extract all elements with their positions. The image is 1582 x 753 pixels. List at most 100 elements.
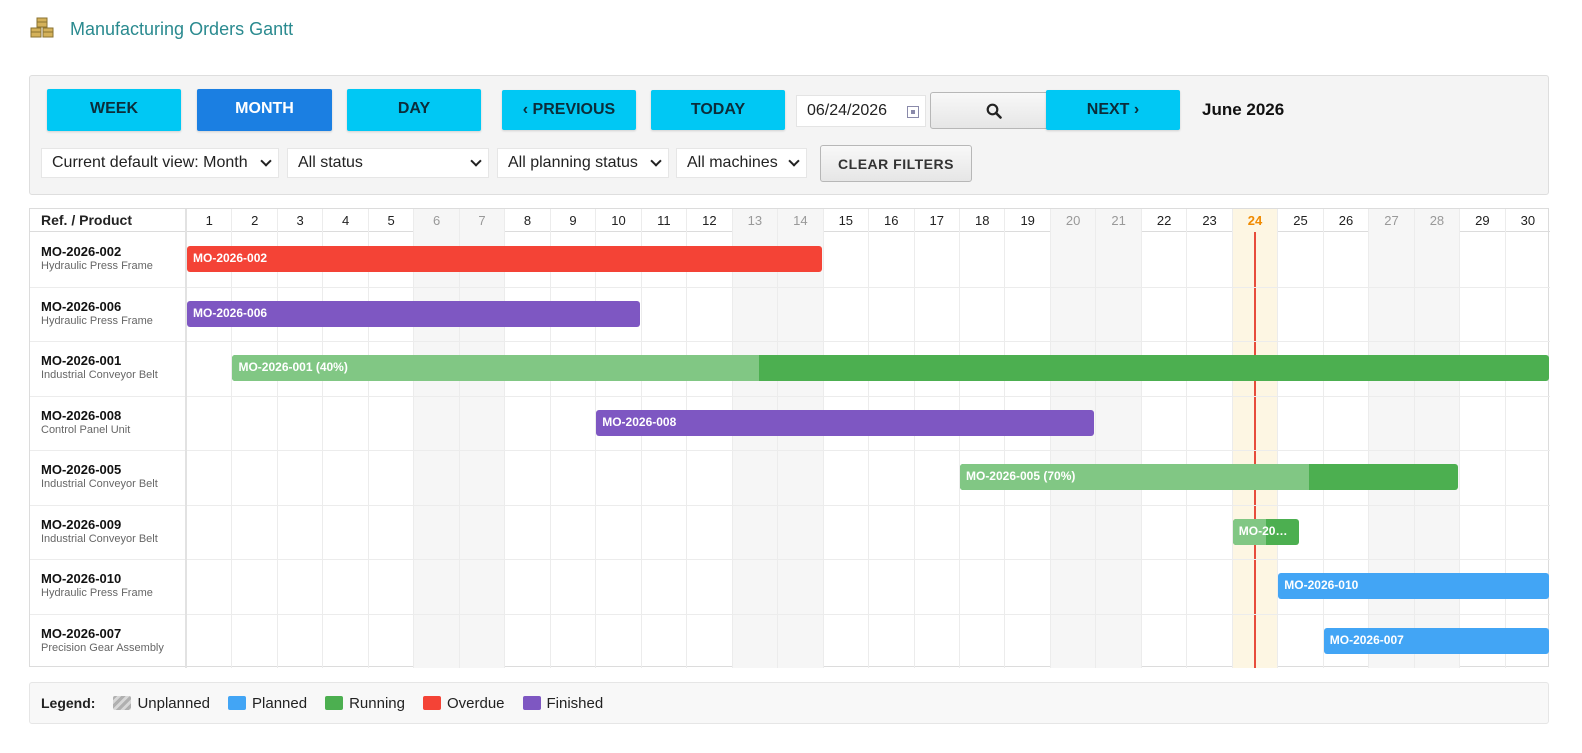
- day-column-16: 16: [868, 209, 913, 668]
- bar-label: MO-20…: [1238, 523, 1288, 538]
- day-column-13: 13: [731, 209, 778, 668]
- planning-status-select[interactable]: All planning status: [497, 148, 669, 178]
- day-column-6: 6: [413, 209, 459, 668]
- table-row[interactable]: MO-2026-001 Industrial Conveyor Belt: [41, 353, 158, 381]
- day-column-8: 8: [504, 209, 549, 668]
- day-column-22: 22: [1140, 209, 1186, 668]
- product-name: Industrial Conveyor Belt: [41, 369, 158, 381]
- table-row[interactable]: MO-2026-010 Hydraulic Press Frame: [41, 571, 153, 599]
- day-column-9: 9: [549, 209, 595, 668]
- day-number: 13: [747, 213, 763, 228]
- table-row[interactable]: MO-2026-006 Hydraulic Press Frame: [41, 299, 153, 327]
- day-number: 27: [1384, 213, 1399, 228]
- order-reference: MO-2026-002: [41, 244, 122, 259]
- day-number: 14: [793, 213, 808, 228]
- legend: Legend: Unplanned Planned Running Overdue Fi…: [29, 682, 1549, 724]
- day-number: 12: [702, 213, 717, 228]
- chevron-down-icon: [470, 155, 482, 167]
- legend-swatch: [113, 696, 132, 710]
- next-button[interactable]: NEXT ›: [1046, 90, 1180, 130]
- row-divider: [30, 341, 1550, 342]
- today-button[interactable]: TODAY: [651, 90, 785, 130]
- day-number: 30: [1520, 213, 1536, 228]
- day-number: 8: [523, 213, 532, 228]
- day-number: 7: [478, 213, 486, 228]
- date-input[interactable]: 06/24/2026: [796, 95, 926, 127]
- machines-select[interactable]: All machines: [676, 148, 807, 178]
- day-column-2: 2: [231, 209, 276, 668]
- legend-title: Legend:: [41, 695, 96, 711]
- table-row[interactable]: MO-2026-005 Industrial Conveyor Belt: [41, 462, 158, 490]
- bar-label: MO-2026-010: [1284, 578, 1359, 592]
- row-divider: [30, 286, 1550, 288]
- product-name: Control Panel Unit: [41, 423, 131, 436]
- table-row[interactable]: MO-2026-009 Industrial Conveyor Belt: [41, 517, 158, 545]
- day-column-26: 26: [1322, 209, 1368, 668]
- day-column-4: 4: [322, 209, 367, 668]
- row-divider: [30, 395, 1550, 397]
- legend-swatch: [422, 696, 441, 710]
- day-column-30: 30: [1504, 209, 1550, 668]
- day-column-20: 20: [1049, 209, 1096, 668]
- product-name: Hydraulic Press Frame: [41, 314, 153, 327]
- planning-status-value: All planning status: [508, 154, 638, 171]
- product-name: Precision Gear Assembly: [41, 641, 164, 654]
- day-number: 15: [838, 213, 854, 228]
- date-value: 06/24/2026: [807, 102, 888, 119]
- week-view-button[interactable]: WEEK: [47, 89, 181, 131]
- row-divider: [30, 613, 1550, 615]
- day-column-10: 10: [595, 209, 640, 668]
- day-column-17: 17: [913, 209, 959, 668]
- previous-button[interactable]: ‹ PREVIOUS: [502, 90, 636, 130]
- day-number: 6: [432, 213, 441, 228]
- day-column-15: 15: [822, 209, 868, 668]
- order-reference: MO-2026-008: [41, 407, 122, 423]
- bar-label: MO-2026-007: [1329, 632, 1404, 647]
- clear-filters-button[interactable]: CLEAR FILTERS: [820, 145, 972, 182]
- day-number: 20: [1065, 213, 1081, 228]
- default-view-select[interactable]: Current default view: Month: [41, 148, 279, 178]
- search-button[interactable]: [930, 92, 1058, 129]
- day-number: 19: [1020, 213, 1035, 228]
- day-column-5: 5: [367, 209, 413, 668]
- current-period-label: June 2026: [1202, 100, 1285, 119]
- legend-item-planned: Planned: [228, 695, 307, 712]
- legend-item-finished: Finished: [522, 695, 603, 712]
- order-bar-mo-2026-001[interactable]: MO-2026-001 (40%): [232, 355, 1550, 381]
- order-bar-mo-2026-007[interactable]: MO-2026-007: [1323, 627, 1550, 654]
- day-column-23: 23: [1186, 209, 1231, 668]
- order-bar-mo-2026-006[interactable]: MO-2026-006: [187, 300, 640, 327]
- product-name: Industrial Conveyor Belt: [41, 478, 158, 490]
- order-bar-mo-2026-008[interactable]: MO-2026-008: [596, 409, 1095, 436]
- month-view-button[interactable]: MONTH: [197, 89, 332, 131]
- order-bar-mo-2026-005[interactable]: MO-2026-005 (70%): [959, 464, 1459, 490]
- chevron-down-icon: [260, 155, 272, 167]
- table-row[interactable]: MO-2026-008 Control Panel Unit: [41, 408, 130, 436]
- ref-column-divider: [185, 209, 187, 668]
- bar-label: MO-2026-006: [193, 305, 268, 320]
- table-row[interactable]: MO-2026-002 Hydraulic Press Frame: [41, 244, 153, 272]
- day-number: 17: [929, 213, 944, 228]
- day-number: 2: [251, 213, 259, 228]
- day-number: 3: [296, 213, 304, 228]
- day-view-button[interactable]: DAY: [347, 89, 481, 131]
- order-bar-mo-2026-009[interactable]: MO-20…: [1232, 518, 1299, 545]
- day-column-27: 27: [1368, 209, 1414, 668]
- default-view-value: Current default view: Month: [52, 154, 248, 171]
- status-select[interactable]: All status: [287, 148, 489, 178]
- order-reference: MO-2026-001: [41, 353, 122, 368]
- table-row[interactable]: MO-2026-007 Precision Gear Assembly: [41, 626, 164, 654]
- order-bar-mo-2026-010[interactable]: MO-2026-010: [1278, 573, 1550, 599]
- legend-swatch: [522, 696, 541, 710]
- day-number: 21: [1111, 213, 1126, 228]
- calendar-icon[interactable]: [907, 106, 919, 118]
- legend-label: Overdue: [446, 694, 505, 712]
- row-divider: [30, 559, 1550, 560]
- legend-label: Running: [349, 694, 405, 712]
- status-value: All status: [298, 154, 363, 171]
- day-column-28: 28: [1413, 209, 1460, 668]
- toolbar-panel: WEEK MONTH DAY ‹ PREVIOUS TODAY 06/24/20…: [29, 75, 1549, 195]
- order-bar-mo-2026-002[interactable]: MO-2026-002: [187, 246, 822, 272]
- day-column-7: 7: [458, 209, 505, 668]
- day-number: 29: [1475, 213, 1490, 228]
